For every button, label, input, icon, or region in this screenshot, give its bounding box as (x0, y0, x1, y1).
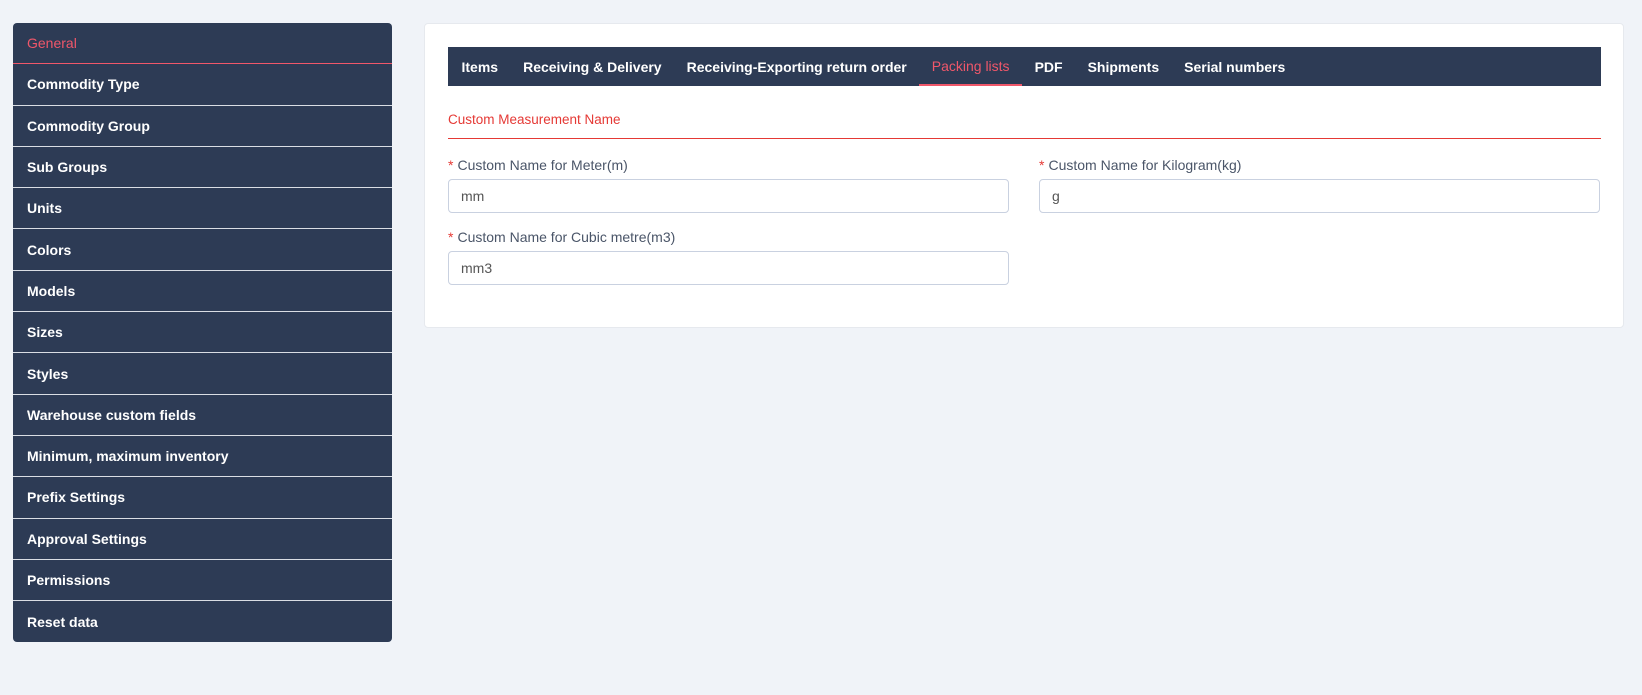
cubic-label-text: Custom Name for Cubic metre(m3) (457, 229, 676, 245)
sidebar-item-colors[interactable]: Colors (13, 229, 392, 271)
sidebar-item-min-max-inventory[interactable]: Minimum, maximum inventory (13, 436, 392, 478)
section-title: Custom Measurement Name (448, 112, 1601, 139)
kilogram-name-input[interactable] (1039, 179, 1600, 213)
settings-panel: Items Receiving & Delivery Receiving-Exp… (424, 23, 1624, 328)
sidebar-item-general[interactable]: General (13, 23, 392, 65)
required-marker: * (448, 229, 454, 245)
tab-receiving-delivery[interactable]: Receiving & Delivery (511, 47, 675, 86)
kilogram-label-text: Custom Name for Kilogram(kg) (1048, 157, 1242, 173)
meter-label-text: Custom Name for Meter(m) (457, 157, 628, 173)
sidebar-item-models[interactable]: Models (13, 271, 392, 313)
sidebar-item-sizes[interactable]: Sizes (13, 312, 392, 354)
sidebar-item-approval-settings[interactable]: Approval Settings (13, 519, 392, 560)
tab-packing-lists[interactable]: Packing lists (919, 47, 1023, 86)
meter-name-input[interactable] (448, 179, 1009, 213)
kilogram-field-label: * Custom Name for Kilogram(kg) (1039, 157, 1600, 173)
tab-shipments[interactable]: Shipments (1075, 47, 1172, 86)
tab-serial-numbers[interactable]: Serial numbers (1172, 47, 1298, 86)
settings-sidebar: General Commodity Type Commodity Group S… (13, 23, 392, 643)
tab-receiving-exporting-return-order[interactable]: Receiving-Exporting return order (674, 47, 919, 86)
tab-items[interactable]: Items (449, 47, 511, 86)
required-marker: * (448, 157, 454, 173)
sidebar-item-units[interactable]: Units (13, 188, 392, 230)
sidebar-item-permissions[interactable]: Permissions (13, 560, 392, 602)
sidebar-item-warehouse-custom-fields[interactable]: Warehouse custom fields (13, 395, 392, 436)
sidebar-item-reset-data[interactable]: Reset data (13, 601, 392, 642)
cubic-field-label: * Custom Name for Cubic metre(m3) (448, 229, 1009, 245)
sidebar-item-styles[interactable]: Styles (13, 353, 392, 395)
sidebar-item-commodity-group[interactable]: Commodity Group (13, 106, 392, 147)
required-marker: * (1039, 157, 1045, 173)
meter-field-group: * Custom Name for Meter(m) (448, 157, 1009, 213)
kilogram-field-group: * Custom Name for Kilogram(kg) (1039, 157, 1600, 213)
sidebar-item-commodity-type[interactable]: Commodity Type (13, 64, 392, 106)
sidebar-item-sub-groups[interactable]: Sub Groups (13, 147, 392, 189)
cubic-field-group: * Custom Name for Cubic metre(m3) (448, 229, 1009, 285)
tab-pdf[interactable]: PDF (1022, 47, 1075, 86)
tab-bar: Items Receiving & Delivery Receiving-Exp… (448, 47, 1601, 86)
cubic-metre-name-input[interactable] (448, 251, 1009, 285)
meter-field-label: * Custom Name for Meter(m) (448, 157, 1009, 173)
sidebar-item-prefix-settings[interactable]: Prefix Settings (13, 477, 392, 519)
